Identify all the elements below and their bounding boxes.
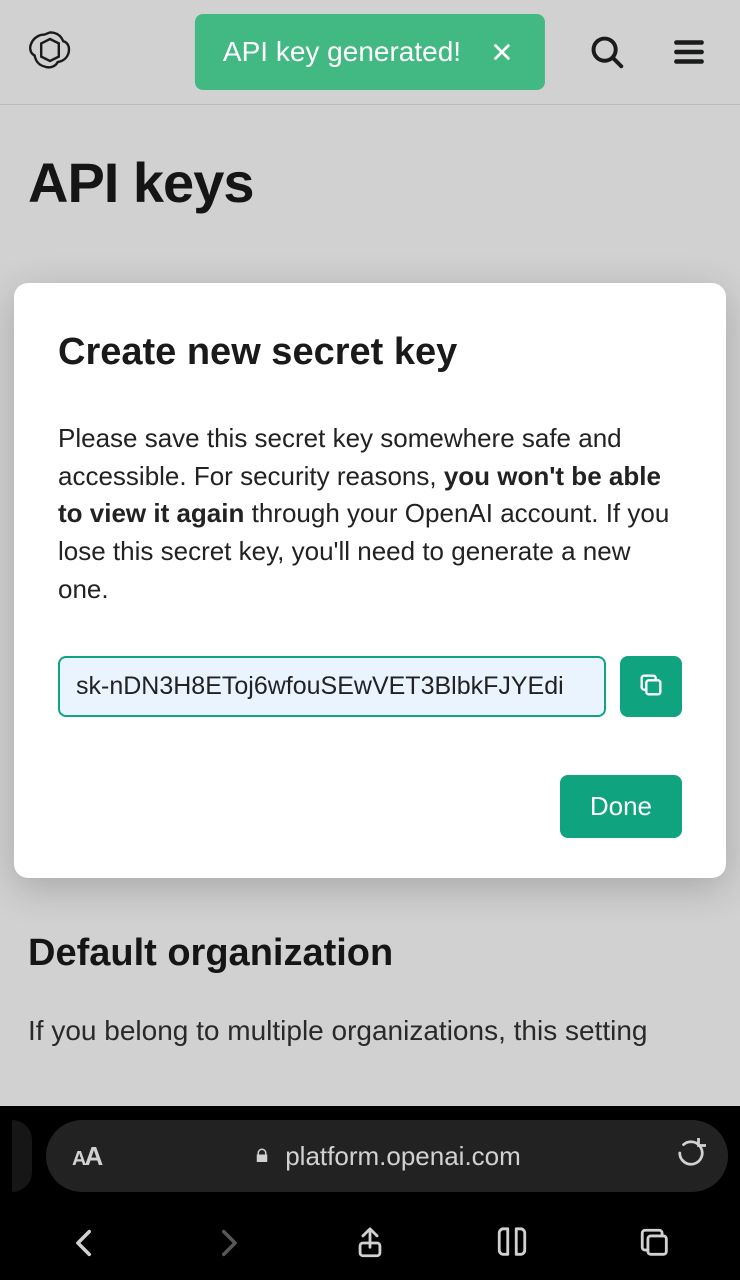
toast-message: API key generated! — [223, 36, 461, 68]
copy-key-button[interactable] — [620, 656, 682, 717]
create-secret-key-modal: Create new secret key Please save this s… — [14, 283, 726, 878]
modal-title: Create new secret key — [58, 331, 682, 374]
toast-close-button[interactable] — [487, 37, 517, 67]
toast-notification: API key generated! — [195, 14, 545, 90]
secret-key-field[interactable] — [58, 656, 606, 717]
modal-body: Please save this secret key somewhere sa… — [58, 420, 682, 608]
copy-icon — [637, 671, 665, 702]
close-icon — [491, 41, 513, 63]
done-button[interactable]: Done — [560, 775, 682, 838]
